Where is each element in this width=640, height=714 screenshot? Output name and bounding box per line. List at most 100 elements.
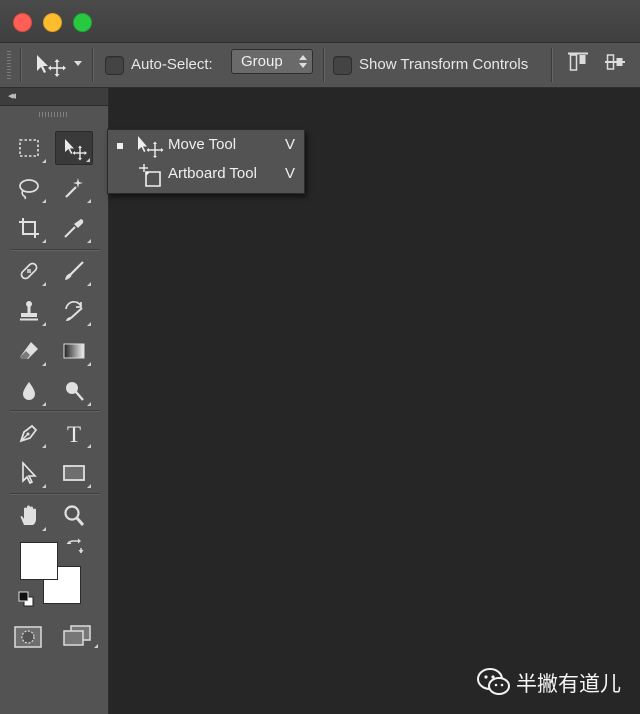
bandage-icon — [20, 262, 38, 280]
tools-separator — [10, 249, 100, 251]
flyout-item-artboard-tool[interactable]: Artboard Tool V — [108, 161, 304, 189]
clone-stamp-tool[interactable] — [10, 294, 48, 328]
tools-separator — [10, 410, 100, 412]
tool-group-indicator — [42, 322, 46, 326]
pen-tool[interactable] — [10, 416, 48, 450]
tools-panel-header: ◂◂ — [0, 88, 108, 106]
hand-icon — [20, 505, 36, 525]
tools-panel-grip[interactable] — [39, 112, 69, 117]
eyedropper-tool[interactable] — [55, 211, 93, 245]
rectangular-marquee-icon — [19, 139, 39, 157]
eraser-tool[interactable] — [10, 334, 48, 368]
tool-group-indicator — [42, 362, 46, 366]
crop-tool[interactable] — [10, 211, 48, 245]
tool-group-indicator — [94, 644, 98, 648]
tool-group-indicator — [42, 239, 46, 243]
flyout-item-shortcut: V — [284, 136, 295, 153]
eyedropper-icon — [64, 219, 84, 238]
tool-group-indicator — [42, 159, 46, 163]
move-tool-icon[interactable] — [34, 52, 70, 78]
move-tool-icon — [138, 136, 164, 158]
dodge-tool[interactable] — [55, 374, 93, 408]
default-colors-icon[interactable] — [18, 591, 34, 607]
magic-wand-icon — [65, 178, 83, 198]
zoom-window-button[interactable] — [73, 13, 92, 32]
align-top-edges-icon[interactable] — [567, 52, 589, 72]
move-tool-icon — [65, 139, 87, 161]
tool-group-indicator — [86, 158, 90, 162]
gradient-icon — [63, 343, 85, 359]
tool-preset-dropdown-arrow[interactable] — [74, 61, 82, 66]
rectangular-marquee-tool[interactable] — [10, 131, 48, 165]
tool-group-indicator — [87, 484, 91, 488]
screen-mode-icon[interactable] — [62, 624, 92, 648]
blur-tool[interactable] — [10, 374, 48, 408]
hand-tool[interactable] — [10, 499, 48, 533]
spot-healing-brush-tool[interactable] — [10, 254, 48, 288]
crop-icon — [19, 218, 39, 238]
lasso-tool[interactable] — [10, 171, 48, 205]
tool-group-indicator — [87, 322, 91, 326]
foreground-color-swatch[interactable] — [20, 542, 58, 580]
gradient-tool[interactable] — [55, 334, 93, 368]
zoom-tool[interactable] — [55, 499, 93, 533]
tool-group-indicator — [42, 484, 46, 488]
window-titlebar — [0, 0, 640, 43]
flyout-item-shortcut: V — [284, 165, 295, 182]
stamp-icon — [20, 301, 38, 321]
align-vertical-centers-icon[interactable] — [604, 52, 626, 72]
history-brush-tool[interactable] — [55, 294, 93, 328]
rectangle-icon — [63, 465, 85, 481]
tool-group-indicator — [87, 444, 91, 448]
tool-group-indicator — [42, 199, 46, 203]
tool-group-indicator — [42, 282, 46, 286]
drop-icon — [23, 382, 35, 400]
tool-group-indicator — [87, 402, 91, 406]
tool-group-indicator — [42, 402, 46, 406]
options-separator — [20, 48, 22, 82]
auto-select-checkbox[interactable] — [105, 56, 124, 75]
flyout-item-label: Artboard Tool — [168, 165, 257, 182]
path-selection-icon — [22, 461, 37, 485]
collapse-panel-icon[interactable]: ◂◂ — [8, 89, 16, 102]
options-bar-grip[interactable] — [7, 51, 11, 79]
tools-panel: ◂◂ T — [0, 88, 109, 714]
close-window-button[interactable] — [13, 13, 32, 32]
options-separator — [92, 48, 94, 82]
flyout-item-move-tool[interactable]: Move Tool V — [108, 132, 304, 160]
eraser-icon — [20, 342, 38, 359]
zoom-icon — [64, 505, 85, 526]
brush-tool[interactable] — [55, 254, 93, 288]
show-transform-controls-checkbox[interactable] — [333, 56, 352, 75]
flyout-item-label: Move Tool — [168, 136, 237, 153]
minimize-window-button[interactable] — [43, 13, 62, 32]
type-tool-glyph: T — [67, 422, 81, 445]
tool-group-indicator — [87, 199, 91, 203]
auto-select-target-select[interactable]: Group — [231, 49, 313, 74]
tool-group-indicator — [87, 239, 91, 243]
dodge-icon — [66, 382, 84, 401]
path-selection-tool[interactable] — [10, 456, 48, 490]
wechat-icon — [477, 668, 510, 695]
watermark-text: 半撇有道儿 — [516, 672, 621, 696]
options-bar: Auto-Select: Show Transform Controls — [0, 43, 640, 88]
lasso-icon — [19, 179, 39, 200]
auto-select-target-value: Group — [241, 53, 283, 70]
quick-mask-icon[interactable] — [14, 626, 42, 648]
type-tool[interactable]: T — [55, 416, 93, 450]
history-brush-icon — [65, 300, 83, 321]
magic-wand-tool[interactable] — [55, 171, 93, 205]
type-icon: T — [67, 422, 81, 445]
pen-icon — [19, 424, 38, 443]
selected-bullet-icon — [117, 143, 123, 149]
options-separator — [323, 48, 325, 82]
move-tool[interactable] — [55, 131, 93, 165]
artboard-tool-icon — [139, 164, 161, 187]
select-stepper-icon — [299, 55, 307, 68]
brush-icon — [65, 261, 84, 280]
swap-colors-icon[interactable] — [66, 538, 84, 556]
rectangle-tool[interactable] — [55, 456, 93, 490]
tool-group-indicator — [42, 444, 46, 448]
tool-group-indicator — [42, 527, 46, 531]
show-transform-controls-label: Show Transform Controls — [359, 56, 529, 73]
